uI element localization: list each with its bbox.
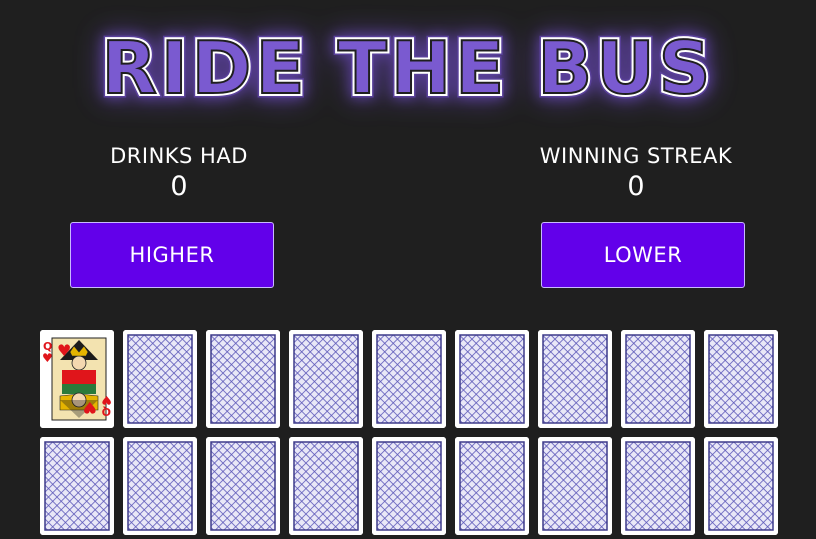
card-back[interactable]: [455, 330, 529, 428]
card-back[interactable]: [704, 330, 778, 428]
svg-text:♥: ♥: [57, 341, 71, 360]
card-back[interactable]: [621, 437, 695, 535]
card-back[interactable]: [538, 437, 612, 535]
higher-button[interactable]: HIGHER: [70, 222, 274, 288]
card-back[interactable]: [704, 437, 778, 535]
card-back[interactable]: [455, 437, 529, 535]
card-back[interactable]: [206, 437, 280, 535]
lower-button[interactable]: LOWER: [541, 222, 745, 288]
card-back[interactable]: [372, 330, 446, 428]
card-queen-of-hearts[interactable]: Q ♥ ♥ Q ♥ ♥: [40, 330, 114, 428]
card-back[interactable]: [123, 437, 197, 535]
winning-streak-value: 0: [627, 171, 645, 202]
winning-streak-stat: WINNING STREAK 0: [506, 143, 766, 203]
card-back[interactable]: [123, 330, 197, 428]
card-back[interactable]: [538, 330, 612, 428]
svg-text:♥: ♥: [42, 351, 53, 365]
card-back[interactable]: [40, 437, 114, 535]
svg-text:♥: ♥: [83, 398, 97, 417]
card-back[interactable]: [289, 330, 363, 428]
drinks-had-label: DRINKS HAD: [110, 144, 248, 168]
winning-streak-label: WINNING STREAK: [539, 144, 733, 168]
card-back[interactable]: [372, 437, 446, 535]
card-back[interactable]: [621, 330, 695, 428]
card-back[interactable]: [289, 437, 363, 535]
card-back[interactable]: [206, 330, 280, 428]
drinks-had-value: 0: [170, 171, 188, 202]
drinks-had-stat: DRINKS HAD 0: [49, 143, 309, 203]
title-inline: RIDE THE BUS: [101, 26, 714, 110]
svg-text:♥: ♥: [101, 393, 112, 407]
game-title: RIDE THE BUS RIDE THE BUS RIDE THE BUS: [97, 22, 715, 115]
